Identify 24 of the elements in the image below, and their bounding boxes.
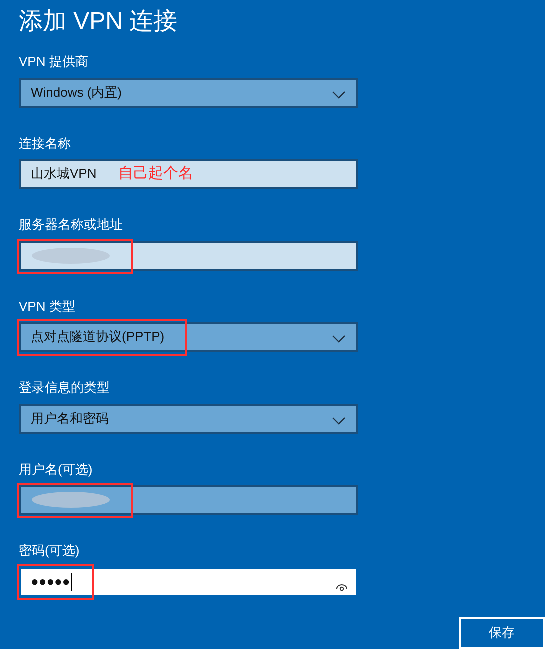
save-button[interactable]: 保存 [459,617,545,649]
input-field[interactable] [19,485,358,515]
chevron-down-icon [332,335,346,343]
text-cursor [71,572,72,590]
field-label: VPN 类型 [19,298,76,316]
field-label: 服务器名称或地址 [19,216,124,234]
dropdown[interactable]: Windows (内置) [19,78,358,108]
annotation-note: 自己起个名 [118,164,194,184]
dropdown[interactable]: 用户名和密码 [19,404,358,434]
dialog-title: 添加 VPN 连接 [19,7,179,37]
field-value: 用户名和密码 [31,410,109,428]
chevron-down-icon [332,416,346,424]
field-value: 点对点隧道协议(PPTP) [31,328,165,346]
field-label: 用户名(可选) [19,460,94,479]
password-dots: ●●●●● [31,572,70,591]
field-label: 连接名称 [19,134,72,152]
field-label: VPN 提供商 [19,53,90,71]
field-value: Windows (内置) [31,84,122,102]
field-label: 密码(可选) [19,542,81,560]
field-value: 山水城VPN [31,165,97,184]
field-label: 登录信息的类型 [19,379,111,397]
chevron-down-icon [332,90,346,98]
eye-icon[interactable] [336,582,348,590]
input-field[interactable]: 山水城VPN 自己起个名 [19,159,358,189]
